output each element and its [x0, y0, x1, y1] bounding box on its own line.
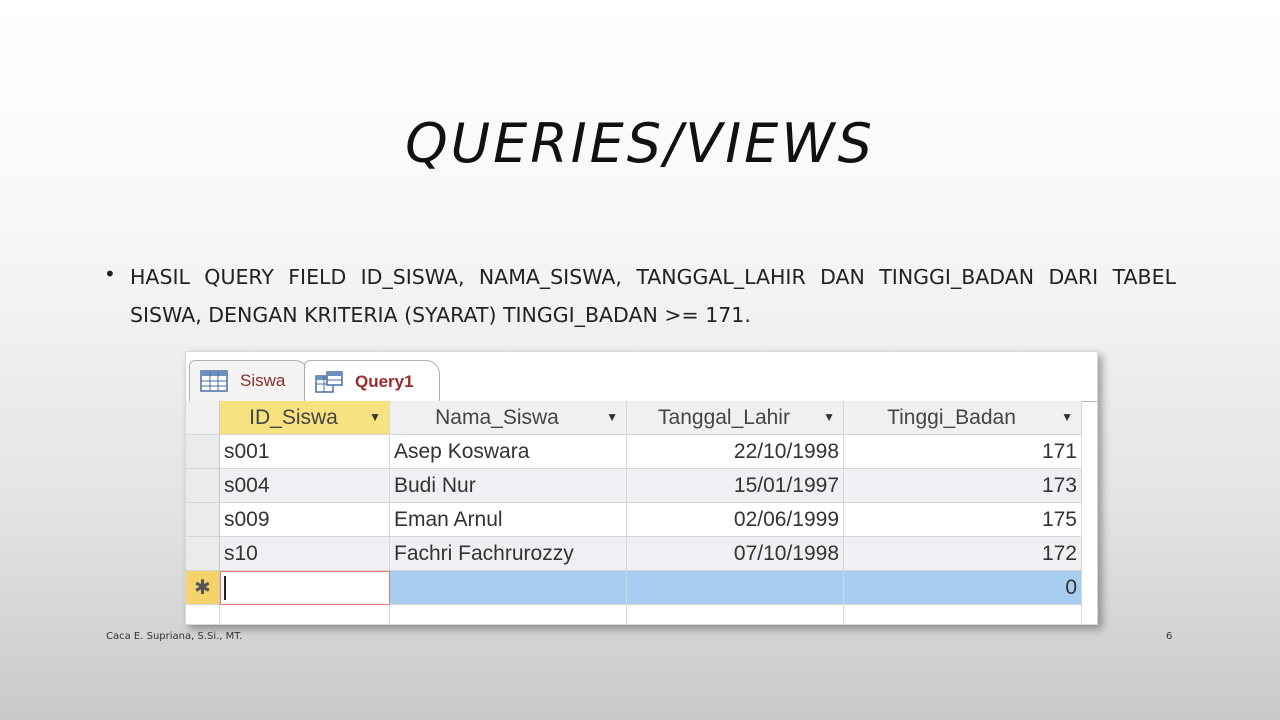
dropdown-arrow-icon[interactable]: ▼ — [369, 410, 381, 424]
text-cursor — [224, 576, 226, 600]
cell-id-siswa[interactable]: s004 — [220, 469, 390, 503]
table-row: s10 Fachri Fachrurozzy 07/10/1998 172 — [186, 537, 1082, 571]
dropdown-arrow-icon[interactable]: ▼ — [606, 410, 618, 424]
cell-nama-siswa[interactable]: Asep Koswara — [390, 435, 627, 469]
row-selector[interactable] — [186, 503, 220, 537]
slide-title: QUERIES/VIEWS — [405, 112, 875, 175]
tab-query1[interactable]: Query1 — [304, 360, 440, 402]
tab-siswa[interactable]: Siswa — [189, 360, 309, 401]
footer-author: Caca E. Supriana, S.Si., MT. — [106, 631, 243, 642]
column-header-tinggi-badan[interactable]: Tinggi_Badan ▼ — [844, 401, 1082, 435]
cell-tanggal-lahir[interactable]: 07/10/1998 — [627, 537, 844, 571]
cell-tinggi-badan[interactable]: 173 — [844, 469, 1082, 503]
bullet-text: HASIL QUERY FIELD ID_SISWA, NAMA_SISWA, … — [130, 265, 1176, 327]
column-header-nama-siswa[interactable]: Nama_Siswa ▼ — [390, 401, 627, 435]
cell-tanggal-lahir[interactable]: 22/10/1998 — [627, 435, 844, 469]
cell-nama-siswa[interactable]: Eman Arnul — [390, 503, 627, 537]
table-row: s009 Eman Arnul 02/06/1999 175 — [186, 503, 1082, 537]
empty-grid-area — [186, 605, 1082, 624]
new-nama-siswa-input[interactable] — [390, 571, 627, 605]
row-selector[interactable] — [186, 537, 220, 571]
table-row: s004 Budi Nur 15/01/1997 173 — [186, 469, 1082, 503]
cell-nama-siswa[interactable]: Budi Nur — [390, 469, 627, 503]
cell-nama-siswa[interactable]: Fachri Fachrurozzy — [390, 537, 627, 571]
cell-id-siswa[interactable]: s10 — [220, 537, 390, 571]
cell-tinggi-badan[interactable]: 172 — [844, 537, 1082, 571]
bullet-item: • HASIL QUERY FIELD ID_SISWA, NAMA_SISWA… — [104, 258, 1176, 334]
column-header-label: Tinggi_Badan — [887, 405, 1016, 429]
query-icon — [315, 370, 343, 393]
column-header-label: Nama_Siswa — [435, 405, 559, 429]
new-id-siswa-input[interactable] — [220, 571, 390, 605]
table-row: s001 Asep Koswara 22/10/1998 171 — [186, 435, 1082, 469]
dropdown-arrow-icon[interactable]: ▼ — [1061, 410, 1073, 424]
row-selector[interactable] — [186, 435, 220, 469]
new-record-row: ✱ 0 — [186, 571, 1082, 605]
cell-tanggal-lahir[interactable]: 02/06/1999 — [627, 503, 844, 537]
column-header-label: ID_Siswa — [249, 405, 338, 429]
new-record-icon[interactable]: ✱ — [186, 571, 220, 605]
bullet-dot: • — [104, 262, 116, 286]
cell-tinggi-badan[interactable]: 171 — [844, 435, 1082, 469]
cell-id-siswa[interactable]: s001 — [220, 435, 390, 469]
cell-id-siswa[interactable]: s009 — [220, 503, 390, 537]
object-tab-bar: Siswa Query1 — [186, 352, 1097, 402]
tab-siswa-label: Siswa — [240, 371, 286, 390]
access-datasheet-screenshot: Siswa Query1 ID_Siswa ▼ Nama_Siswa ▼ Tan… — [185, 351, 1098, 625]
cell-tinggi-badan[interactable]: 175 — [844, 503, 1082, 537]
select-all-corner[interactable] — [186, 401, 220, 435]
cell-tanggal-lahir[interactable]: 15/01/1997 — [627, 469, 844, 503]
row-selector[interactable] — [186, 469, 220, 503]
new-tinggi-badan-input[interactable]: 0 — [844, 571, 1082, 605]
column-header-id-siswa[interactable]: ID_Siswa ▼ — [220, 401, 390, 435]
dropdown-arrow-icon[interactable]: ▼ — [823, 410, 835, 424]
column-header-tanggal-lahir[interactable]: Tanggal_Lahir ▼ — [627, 401, 844, 435]
tab-query1-label: Query1 — [355, 371, 414, 391]
column-header-label: Tanggal_Lahir — [658, 405, 790, 429]
new-tanggal-lahir-input[interactable] — [627, 571, 844, 605]
header-row: ID_Siswa ▼ Nama_Siswa ▼ Tanggal_Lahir ▼ … — [186, 401, 1082, 435]
table-icon — [200, 370, 228, 392]
page-number: 6 — [1166, 631, 1173, 642]
